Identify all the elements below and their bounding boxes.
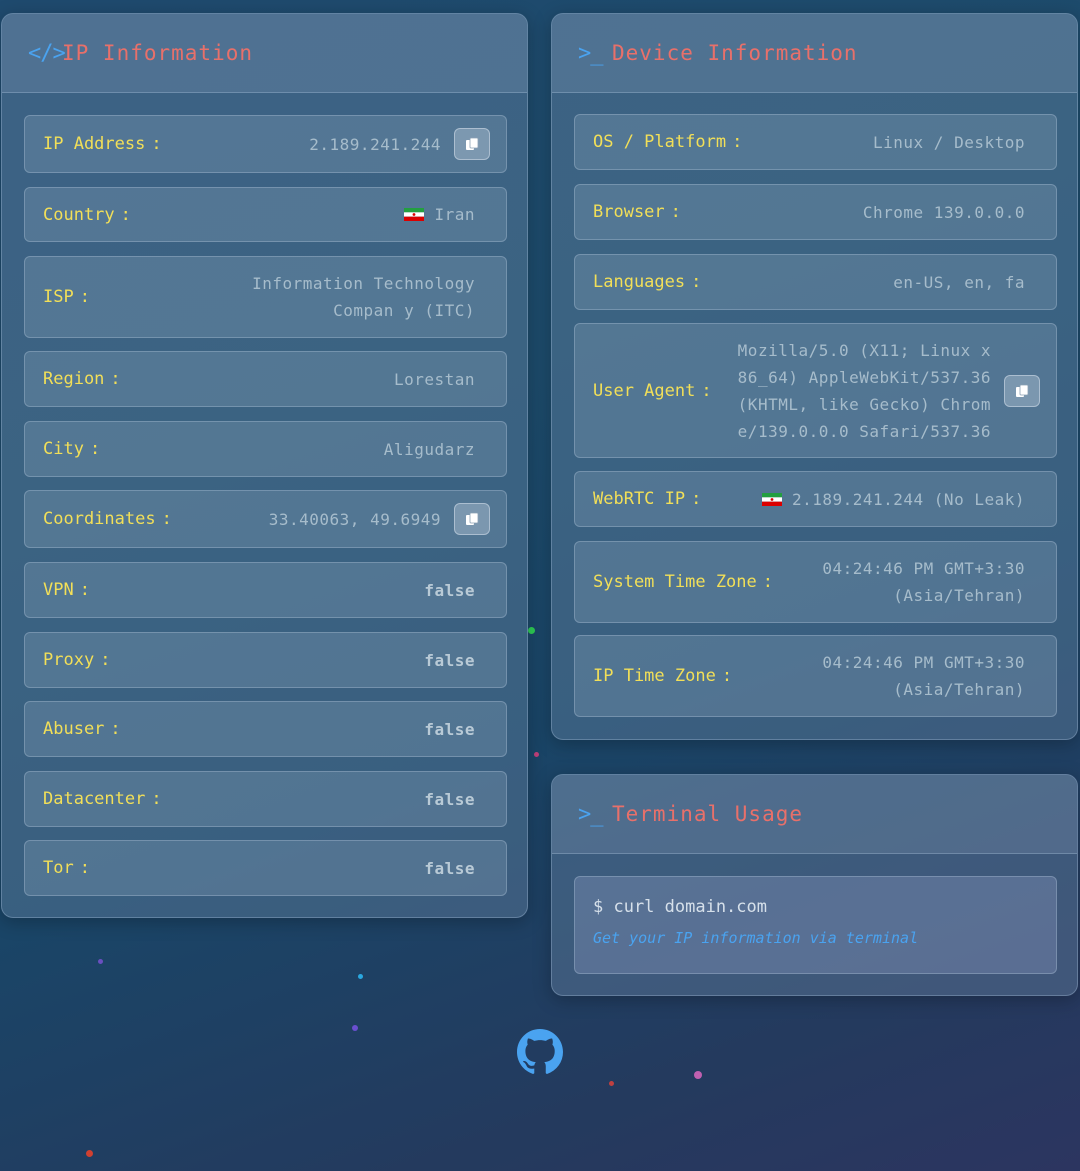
os-platform-row: OS / Platform: Linux / Desktop: [574, 114, 1057, 170]
city-row: City: Aligudarz: [24, 421, 507, 477]
ip-address-value: 2.189.241.244: [309, 134, 441, 154]
ip-information-header: </> IP Information: [2, 14, 527, 93]
browser-value: Chrome 139.0.0.0: [862, 202, 1025, 222]
ip-address-row: IP Address: 2.189.241.244: [24, 115, 507, 173]
github-icon: [517, 1029, 563, 1074]
row-label: IP Address: [43, 134, 146, 154]
system-time-zone-value: 04:24:46 PM GMT+3:30 (Asia/Tehran): [822, 559, 1025, 605]
region-value: Lorestan: [393, 369, 475, 389]
abuser-value: false: [424, 719, 475, 739]
terminal-usage-header: >_ Terminal Usage: [552, 775, 1077, 854]
row-label: System Time Zone: [593, 572, 757, 592]
device-information-card: >_ Device Information OS / Platform: Lin…: [551, 13, 1078, 740]
decorative-dot: [352, 1025, 358, 1031]
vpn-value: false: [424, 580, 475, 600]
languages-row: Languages: en-US, en, fa: [574, 254, 1057, 310]
user-agent-value: Mozilla/5.0 (X11; Linux x86_64) AppleWeb…: [737, 340, 991, 441]
row-label: Coordinates: [43, 509, 156, 529]
region-row: Region: Lorestan: [24, 351, 507, 407]
device-information-title: Device Information: [612, 41, 858, 65]
iran-flag-icon: [761, 492, 782, 506]
proxy-value: false: [424, 650, 475, 670]
terminal-command-box: $ curl domain.com Get your IP informatio…: [574, 876, 1057, 974]
languages-value: en-US, en, fa: [893, 272, 1025, 292]
system-time-zone-row: System Time Zone: 04:24:46 PM GMT+3:30 (…: [574, 541, 1057, 623]
row-label: ISP: [43, 287, 74, 307]
webrtc-ip-value: 2.189.241.244 (No Leak): [761, 486, 1038, 513]
github-link[interactable]: [517, 1029, 563, 1075]
terminal-usage-title: Terminal Usage: [612, 802, 804, 826]
row-label: VPN: [43, 580, 74, 600]
vpn-row: VPN: false: [24, 562, 507, 618]
row-label: Browser: [593, 202, 665, 222]
os-platform-value: Linux / Desktop: [873, 132, 1025, 152]
row-label: Tor: [43, 858, 74, 878]
device-information-header: >_ Device Information: [552, 14, 1077, 93]
row-label: Proxy: [43, 650, 95, 670]
decorative-dot: [609, 1081, 614, 1086]
row-label: Languages: [593, 272, 686, 292]
ip-time-zone-value: 04:24:46 PM GMT+3:30 (Asia/Tehran): [822, 653, 1025, 699]
decorative-dot: [86, 1150, 93, 1157]
row-label: IP Time Zone: [593, 666, 716, 686]
row-label: WebRTC IP: [593, 489, 686, 509]
row-label: OS / Platform: [593, 132, 727, 152]
tor-value: false: [424, 858, 475, 878]
isp-row: ISP: Information Technology Compan y (IT…: [24, 256, 507, 338]
row-label: Region: [43, 369, 105, 389]
country-value: Iran: [404, 201, 488, 228]
coordinates-value: 33.40063, 49.6949: [268, 509, 441, 529]
terminal-command: $ curl domain.com: [593, 897, 767, 917]
terminal-icon: >_: [578, 801, 604, 827]
copy-user-agent-button[interactable]: [1004, 374, 1040, 407]
decorative-dot: [694, 1071, 702, 1079]
user-agent-row: User Agent: Mozilla/5.0 (X11; Linux x86_…: [574, 323, 1057, 458]
copy-icon: [1016, 384, 1029, 397]
terminal-description: Get your IP information via terminal: [593, 929, 919, 947]
row-label: Datacenter: [43, 789, 146, 809]
isp-value: Information Technology Compan y (ITC): [252, 274, 475, 320]
code-icon: </>: [28, 40, 66, 66]
country-row: Country: Iran: [24, 187, 507, 242]
proxy-row: Proxy: false: [24, 632, 507, 688]
webrtc-ip-row: WebRTC IP: 2.189.241.244 (No Leak): [574, 471, 1057, 527]
row-label: City: [43, 439, 84, 459]
decorative-dot: [534, 752, 539, 757]
copy-icon: [466, 137, 479, 150]
datacenter-value: false: [424, 789, 475, 809]
row-label: User Agent: [593, 380, 696, 401]
row-label: Abuser: [43, 719, 105, 739]
decorative-dot: [528, 627, 535, 634]
row-label: Country: [43, 204, 115, 225]
browser-row: Browser: Chrome 139.0.0.0: [574, 184, 1057, 240]
abuser-row: Abuser: false: [24, 701, 507, 757]
city-value: Aligudarz: [383, 439, 475, 459]
iran-flag-icon: [404, 208, 425, 221]
ip-information-card: </> IP Information IP Address: 2.189.241…: [1, 13, 528, 918]
datacenter-row: Datacenter: false: [24, 771, 507, 827]
decorative-dot: [358, 974, 363, 979]
decorative-dot: [98, 959, 103, 964]
terminal-icon: >_: [578, 40, 604, 66]
copy-coordinates-button[interactable]: [454, 503, 490, 535]
copy-icon: [466, 512, 479, 525]
tor-row: Tor: false: [24, 840, 507, 896]
copy-ip-button[interactable]: [454, 128, 490, 160]
ip-time-zone-row: IP Time Zone: 04:24:46 PM GMT+3:30 (Asia…: [574, 635, 1057, 717]
ip-information-title: IP Information: [62, 41, 254, 65]
coordinates-row: Coordinates: 33.40063, 49.6949: [24, 490, 507, 548]
terminal-usage-card: >_ Terminal Usage $ curl domain.com Get …: [551, 774, 1078, 996]
